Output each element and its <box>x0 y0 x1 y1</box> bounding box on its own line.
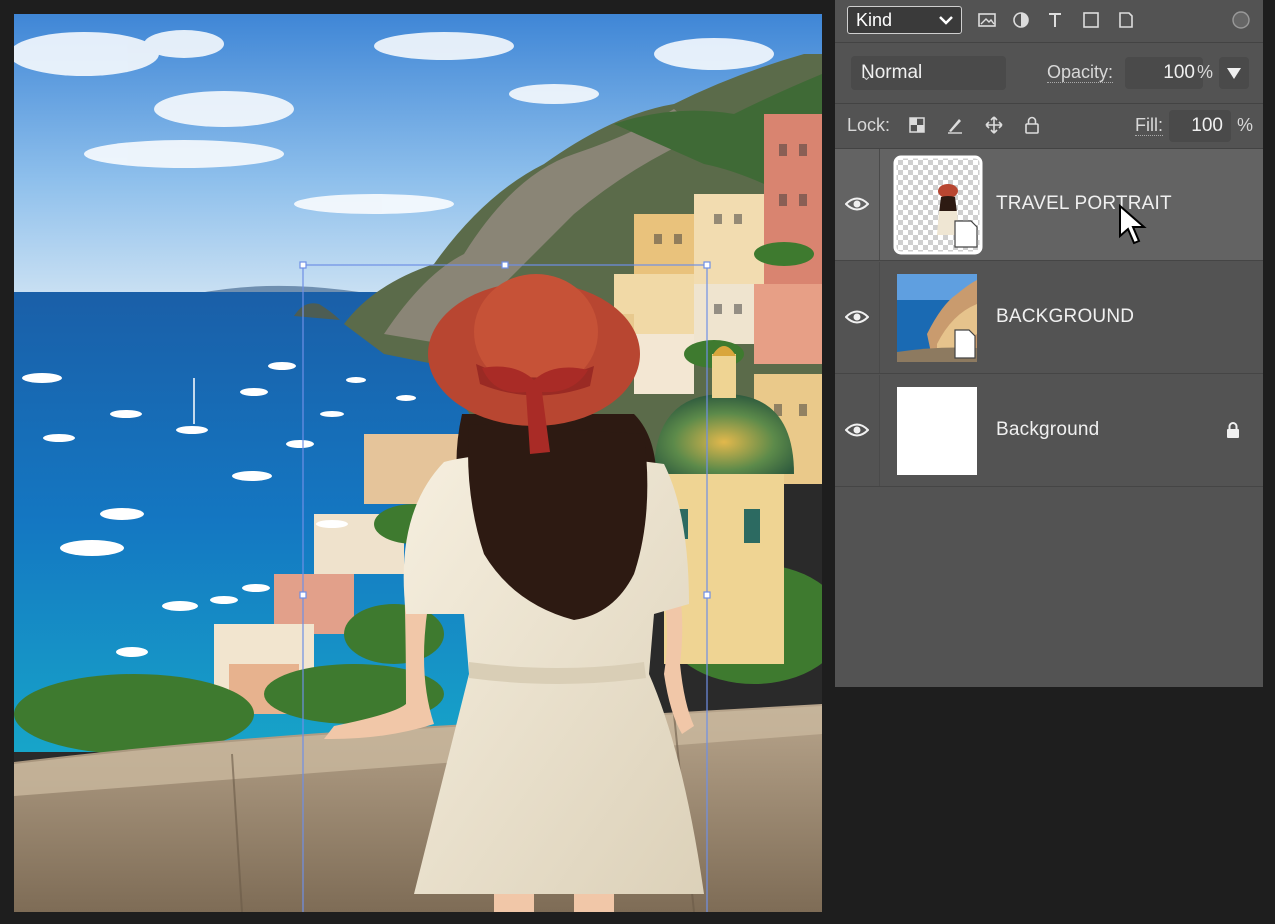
fill-input[interactable]: 100 <box>1169 110 1231 142</box>
layer-row-background-smart[interactable]: BACKGROUND <box>835 262 1263 374</box>
transform-bounding-box[interactable] <box>14 14 822 912</box>
lock-label: Lock: <box>847 115 891 135</box>
fill-label[interactable]: Fill: <box>1135 115 1163 136</box>
transform-handle-top-center[interactable] <box>501 261 509 269</box>
layer-row-travel-portrait[interactable]: TRAVEL PORTRAIT <box>835 149 1263 261</box>
blend-opacity-row: Normal ⌄ Opacity: 100 % <box>835 43 1263 104</box>
layer-filter-bar: Kind <box>835 0 1263 43</box>
visibility-toggle[interactable] <box>835 375 880 486</box>
filter-toggle-icon[interactable] <box>1231 10 1251 30</box>
layers-panel: Kind Normal ⌄ Opacity: 100 % Lock: Fill:… <box>835 0 1263 687</box>
opacity-unit: % <box>1197 62 1214 82</box>
layer-name-background-smart[interactable]: BACKGROUND <box>996 306 1134 328</box>
chevron-down-icon <box>939 16 953 25</box>
eye-icon[interactable] <box>845 195 869 213</box>
lock-transparent-pixels-icon[interactable] <box>907 115 927 135</box>
opacity-label[interactable]: Opacity: <box>1047 62 1114 83</box>
chevron-down-icon: ⌄ <box>861 68 872 83</box>
mouse-pointer-icon <box>1119 204 1147 245</box>
image-filter-icon[interactable] <box>977 10 997 30</box>
lock-all-icon[interactable] <box>1022 115 1042 135</box>
lock-fill-row: Lock: Fill: 100 % <box>835 104 1263 149</box>
lock-icon[interactable] <box>1225 421 1241 439</box>
filter-kind-label: Kind <box>856 10 893 30</box>
type-filter-icon[interactable] <box>1045 10 1065 30</box>
transform-handle-middle-right[interactable] <box>703 591 711 599</box>
layer-name-background[interactable]: Background <box>996 419 1099 441</box>
visibility-toggle[interactable] <box>835 149 880 260</box>
layer-row-background[interactable]: Background <box>835 375 1263 487</box>
fill-unit: % <box>1237 115 1254 135</box>
layer-thumbnail-background[interactable] <box>897 387 977 475</box>
shape-filter-icon[interactable] <box>1081 10 1101 30</box>
blend-mode-select[interactable]: Normal ⌄ <box>851 56 1006 90</box>
transform-handle-top-left[interactable] <box>299 261 307 269</box>
lock-image-pixels-icon[interactable] <box>945 115 965 135</box>
opacity-slider-button[interactable] <box>1219 57 1249 89</box>
adjustment-filter-icon[interactable] <box>1011 10 1031 30</box>
visibility-toggle[interactable] <box>835 262 880 373</box>
transform-handle-middle-left[interactable] <box>299 591 307 599</box>
transform-handle-top-right[interactable] <box>703 261 711 269</box>
filter-kind-select[interactable]: Kind <box>847 6 962 34</box>
eye-icon[interactable] <box>845 421 869 439</box>
triangle-down-icon <box>1227 68 1241 79</box>
document-canvas[interactable] <box>14 14 822 912</box>
smart-object-filter-icon[interactable] <box>1116 10 1136 30</box>
layer-thumbnail-background-smart[interactable] <box>897 274 977 362</box>
eye-icon[interactable] <box>845 308 869 326</box>
lock-position-icon[interactable] <box>984 115 1004 135</box>
opacity-input[interactable]: 100 <box>1125 57 1203 89</box>
layer-thumbnail-travel-portrait[interactable] <box>893 155 983 255</box>
